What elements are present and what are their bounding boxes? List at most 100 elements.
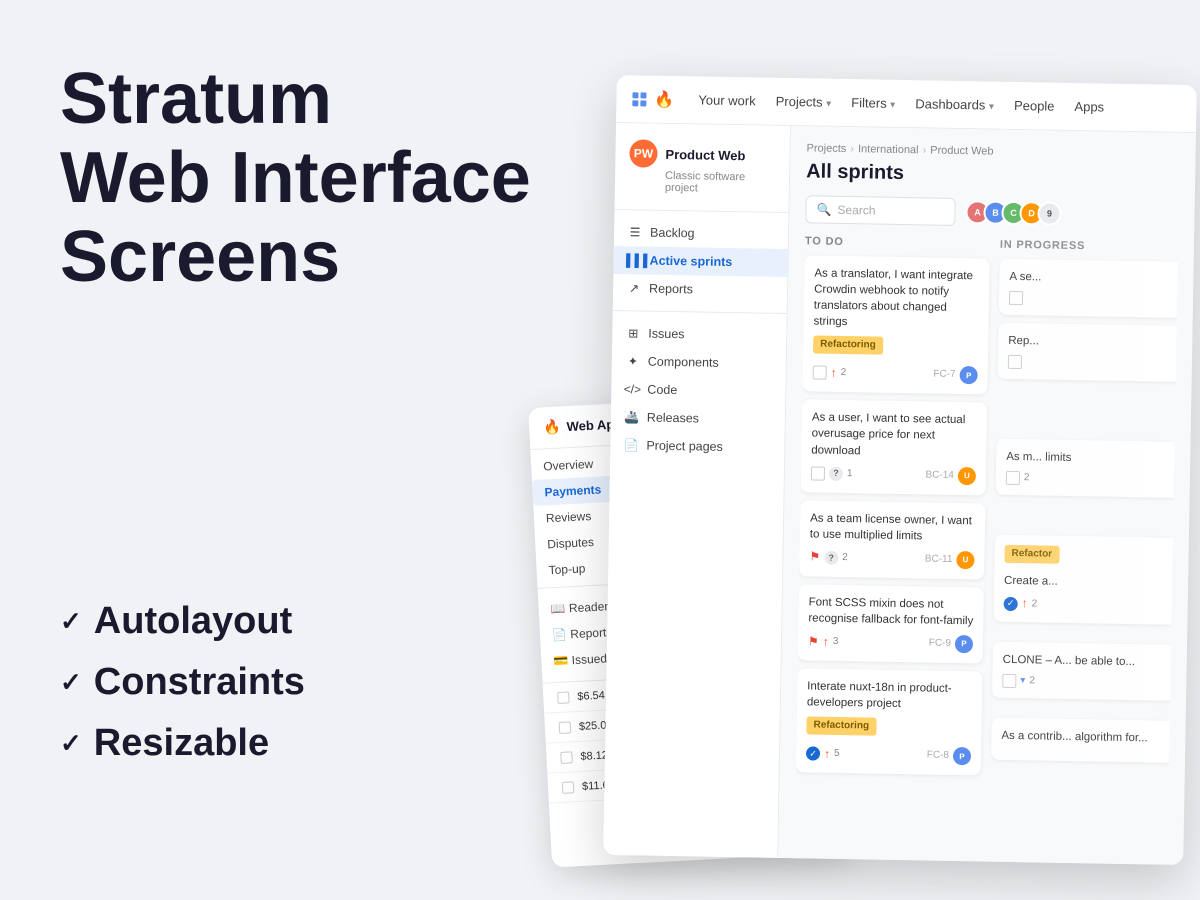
feature-label: Constraints [94, 661, 305, 704]
card-count-fc8: 5 [834, 747, 840, 761]
kanban-card-fc8[interactable]: Interate nuxt-18n in product-developers … [796, 668, 983, 775]
sidebar-components-label: Components [648, 355, 719, 370]
kanban-card-inprogress-1[interactable]: A se... [999, 259, 1178, 318]
check-icon: ✓ [60, 667, 82, 698]
card-text-fc7: As a translator, I want integrate Crowdi… [813, 265, 979, 332]
card-text-inprogress-4: Create a... [1004, 573, 1169, 592]
screenshots-container: 🔥 Web App ∨ Overview Payments Reviews Di… [520, 30, 1200, 890]
question-icon: ? [829, 466, 843, 480]
todo-column: TO DO As a translator, I want integrate … [796, 235, 990, 783]
kanban-card-fc7[interactable]: As a translator, I want integrate Crowdi… [802, 255, 989, 395]
card-id-fc9: FC-9 [929, 637, 951, 651]
priority-icon: ↑ [823, 633, 829, 650]
sidebar-issues[interactable]: ⊞ Issues [612, 319, 786, 350]
logo-dots [632, 92, 646, 106]
app-logo: 🔥 [632, 89, 674, 110]
sidebar-pages[interactable]: 📄 Project pages [610, 431, 784, 462]
card-meta-fc8: ✓ ↑ 5 [806, 745, 840, 762]
priority-icon: ↑ [1022, 596, 1028, 613]
card-meta-bc14: ? 1 [811, 466, 853, 481]
breadcrumb-sep2: › [922, 144, 926, 156]
user-avatar-fc8: P [953, 747, 971, 765]
chevron-icon: ▾ [890, 100, 895, 111]
sidebar-releases[interactable]: 🚢 Releases [611, 403, 785, 434]
nav-filters[interactable]: Filters ▾ [843, 91, 903, 115]
kanban-card-inprogress-5[interactable]: CLONE – A... be able to... ▾ 2 [992, 642, 1178, 701]
tag-refactoring-fc8: Refactoring [806, 717, 876, 736]
code-icon: </> [625, 382, 639, 396]
kanban-card-bc11[interactable]: As a team license owner, I want to use m… [799, 500, 985, 579]
card-text-bc11: As a team license owner, I want to use m… [810, 510, 976, 545]
nav-dashboards[interactable]: Dashboards ▾ [907, 92, 1002, 117]
nav-projects[interactable]: Projects ▾ [767, 90, 839, 114]
kanban-card-inprogress-4[interactable]: Refactor Create a... ✓ ↑ 2 [993, 535, 1178, 625]
card-meta-fc9: ⚑ ↑ 3 [808, 633, 839, 650]
feature-constraints: ✓ Constraints [60, 661, 305, 704]
feature-autolayout: ✓ Autolayout [60, 600, 305, 643]
title-line1: Stratum [60, 59, 332, 139]
avatars-row: A B C D 9 [971, 200, 1061, 226]
card-id-fc7: FC-7 [933, 368, 955, 382]
kanban-card-fc9[interactable]: Font SCSS mixin does not recognise fallb… [798, 584, 984, 663]
card-meta-fc7: ↑ 2 [813, 364, 847, 381]
feature-label: Autolayout [94, 600, 292, 643]
refactoring-tag-inprogress: Refactor [1004, 545, 1059, 564]
sprints-card: 🔥 Your work Projects ▾ Filters ▾ Dashboa… [603, 75, 1197, 865]
kanban-card-inprogress-2[interactable]: Rep... [998, 323, 1178, 382]
backlog-icon: ☰ [628, 225, 642, 239]
sidebar-backlog[interactable]: ☰ Backlog [614, 218, 788, 249]
breadcrumb-projects[interactable]: Projects [806, 142, 846, 155]
search-icon: 🔍 [816, 203, 831, 217]
search-box[interactable]: 🔍 Search [805, 195, 955, 226]
priority-icon: ↑ [831, 365, 837, 382]
square-icon [1006, 471, 1020, 485]
kanban-card-inprogress-3[interactable]: As m... limits 2 [996, 439, 1178, 498]
sidebar-pages-label: Project pages [646, 439, 723, 454]
card-text-inprogress-2: Rep... [1008, 333, 1173, 352]
card-footer-bc14: ? 1 BC-14 U [811, 464, 976, 485]
kanban-card-bc14[interactable]: As a user, I want to see actual overusag… [801, 400, 988, 495]
card-meta-bc11: ⚑ ? 2 [809, 549, 848, 566]
project-header: PW Product Web Classic software project [614, 139, 789, 213]
checkbox-2[interactable] [559, 721, 572, 734]
card-footer-fc9: ⚑ ↑ 3 FC-9 P [808, 632, 973, 653]
sidebar-components[interactable]: ✦ Components [612, 347, 786, 378]
inprogress-column: IN PROGRESS A se... Rep... [991, 239, 1178, 787]
sidebar-reports[interactable]: ↗ Reports [613, 274, 787, 305]
releases-icon: 🚢 [625, 410, 639, 424]
components-icon: ✦ [626, 354, 640, 368]
sidebar-code[interactable]: </> Code [611, 375, 785, 406]
checkbox-1[interactable] [557, 691, 570, 704]
project-avatar: PW [629, 139, 657, 167]
sidebar-backlog-label: Backlog [650, 226, 695, 241]
square-icon [1009, 291, 1023, 305]
card-count-fc7: 2 [841, 366, 847, 380]
priority-icon: ↑ [824, 746, 830, 763]
card-text-inprogress-5: CLONE – A... be able to... [1003, 652, 1168, 671]
avatar-count: 9 [1037, 201, 1061, 225]
feature-label: Resizable [94, 722, 269, 765]
breadcrumb-product-web[interactable]: Product Web [930, 144, 994, 157]
feature-list: ✓ Autolayout ✓ Constraints ✓ Resizable [60, 600, 305, 783]
card-count-fc9: 3 [833, 635, 839, 649]
issues-icon: ⊞ [626, 326, 640, 340]
project-sub: Classic software project [629, 169, 775, 196]
card-text-bc14: As a user, I want to see actual overusag… [811, 410, 977, 461]
check-icon: ✓ [806, 747, 820, 761]
sidebar: PW Product Web Classic software project … [603, 123, 791, 858]
sidebar-divider [613, 310, 787, 314]
sidebar-active-sprints[interactable]: ▐▐▐ Active sprints [613, 246, 787, 277]
user-avatar-fc7: P [960, 366, 978, 384]
reports-icon: ↗ [627, 281, 641, 295]
card-id-bc11: BC-11 [925, 552, 953, 566]
nav-your-work[interactable]: Your work [690, 88, 764, 112]
breadcrumb-international[interactable]: International [858, 143, 919, 156]
chevron-icon: ▾ [989, 101, 994, 112]
checkbox-3[interactable] [560, 751, 573, 764]
breadcrumb: Projects › International › Product Web [806, 142, 1179, 161]
square-icon [1008, 355, 1022, 369]
nav-people[interactable]: People [1006, 94, 1063, 118]
nav-apps[interactable]: Apps [1066, 95, 1112, 119]
checkbox-4[interactable] [562, 781, 575, 794]
kanban-card-inprogress-6[interactable]: As a contrib... algorithm for... [991, 718, 1177, 763]
